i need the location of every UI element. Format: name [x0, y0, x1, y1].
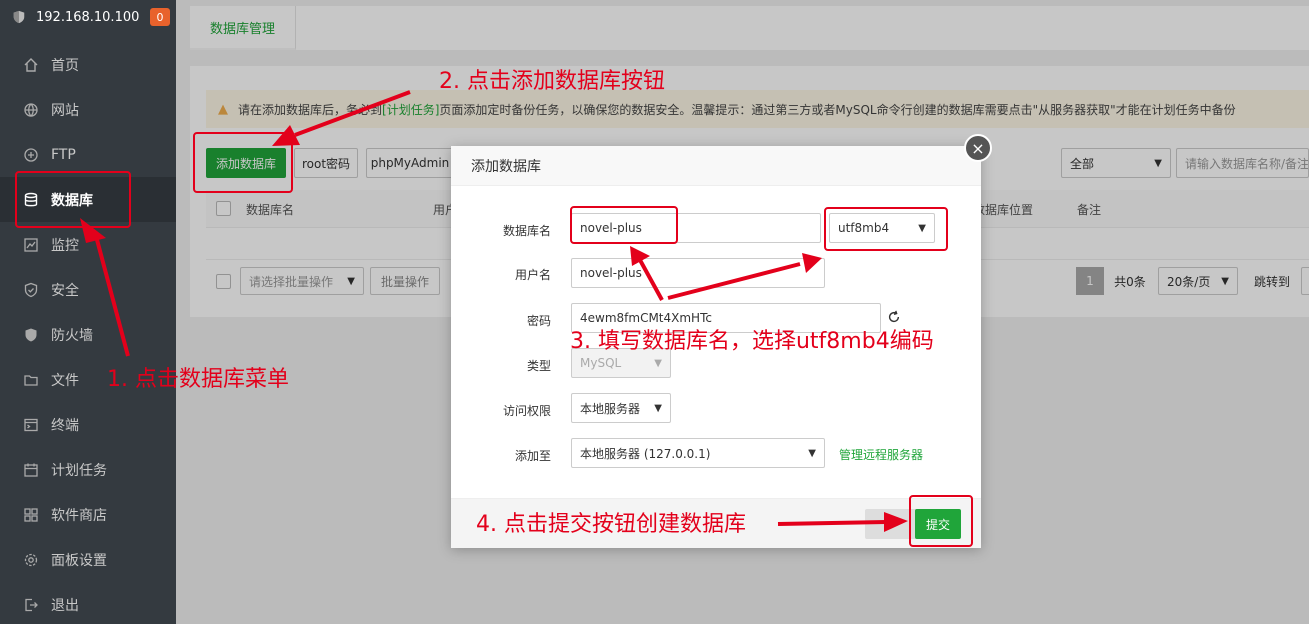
sidebar-item-label: 安全: [51, 282, 79, 299]
sidebar-item-logout[interactable]: 退出: [0, 582, 176, 624]
sidebar-item-label: 监控: [51, 237, 79, 254]
sidebar-item-website[interactable]: 网站: [0, 87, 176, 132]
access-select[interactable]: 本地服务器 ▼: [571, 393, 671, 423]
sidebar-item-label: 计划任务: [51, 462, 107, 479]
addto-select[interactable]: 本地服务器 (127.0.0.1) ▼: [571, 438, 825, 468]
server-ip: 192.168.10.100: [36, 9, 140, 25]
chevron-down-icon: ▼: [654, 402, 662, 414]
type-label: 类型: [526, 359, 551, 373]
sidebar-item-label: 面板设置: [51, 552, 107, 569]
access-value: 本地服务器: [580, 401, 641, 416]
sidebar-item-label: FTP: [51, 146, 76, 163]
sidebar-item-label: 文件: [51, 372, 79, 389]
globe-icon: [24, 102, 38, 117]
sidebar-item-label: 防火墙: [51, 327, 93, 344]
monitor-icon: [24, 237, 38, 252]
refresh-icon[interactable]: [887, 310, 901, 324]
firewall-icon: [25, 328, 37, 341]
highlight-database-menu: [15, 171, 131, 228]
sidebar-item-label: 首页: [51, 57, 79, 74]
ftp-icon: [24, 147, 38, 162]
notification-badge[interactable]: 0: [150, 8, 170, 26]
shield-check-icon: [24, 282, 38, 297]
password-label: 密码: [526, 314, 551, 328]
dbname-label: 数据库名: [502, 224, 551, 238]
calendar-icon: [24, 463, 38, 477]
sidebar-item-label: 退出: [51, 597, 79, 614]
home-icon: [24, 57, 38, 72]
username-label: 用户名: [514, 268, 551, 282]
annotation-step1: 1. 点击数据库菜单: [107, 367, 289, 392]
sidebar-item-monitor[interactable]: 监控: [0, 222, 176, 267]
terminal-icon: [24, 418, 38, 431]
sidebar-item-label: 软件商店: [51, 507, 107, 524]
sidebar-item-terminal[interactable]: 终端: [0, 402, 176, 447]
manage-remote-link[interactable]: 管理远程服务器: [839, 446, 923, 463]
annotation-step2: 2. 点击添加数据库按钮: [439, 69, 665, 94]
addto-value: 本地服务器 (127.0.0.1): [580, 446, 711, 461]
server-shield-icon: [13, 10, 25, 24]
annotation-step4: 4. 点击提交按钮创建数据库: [476, 512, 746, 537]
sidebar-item-settings[interactable]: 面板设置: [0, 537, 176, 582]
sidebar-item-firewall[interactable]: 防火墙: [0, 312, 176, 357]
sidebar-item-cron[interactable]: 计划任务: [0, 447, 176, 492]
chevron-down-icon: ▼: [808, 447, 816, 459]
sidebar-item-appstore[interactable]: 软件商店: [0, 492, 176, 537]
apps-icon: [24, 507, 38, 522]
logout-icon: [25, 598, 38, 611]
settings-icon: [24, 553, 38, 566]
dialog-title: 添加数据库: [451, 146, 981, 186]
username-input[interactable]: novel-plus: [571, 258, 825, 288]
access-label: 访问权限: [502, 404, 551, 418]
sidebar-item-home[interactable]: 首页: [0, 42, 176, 87]
type-value: MySQL: [580, 356, 622, 370]
addto-label: 添加至: [514, 449, 551, 463]
folder-icon: [24, 374, 38, 386]
highlight-submit: [909, 495, 973, 547]
close-icon[interactable]: ×: [964, 134, 992, 162]
sidebar-item-label: 网站: [51, 102, 79, 119]
sidebar-header: 192.168.10.100 0: [0, 0, 176, 34]
chevron-down-icon: ▼: [654, 357, 662, 369]
highlight-dbname: [570, 206, 678, 244]
sidebar-item-security[interactable]: 安全: [0, 267, 176, 312]
highlight-charset: [824, 207, 948, 251]
annotation-step3: 3. 填写数据库名，选择utf8mb4编码: [570, 329, 934, 354]
sidebar-item-label: 终端: [51, 417, 79, 434]
sidebar: 192.168.10.100 0 首页 网站 FTP 数据库 监控 安全 防火墙…: [0, 0, 176, 624]
highlight-add-button: [193, 132, 293, 193]
